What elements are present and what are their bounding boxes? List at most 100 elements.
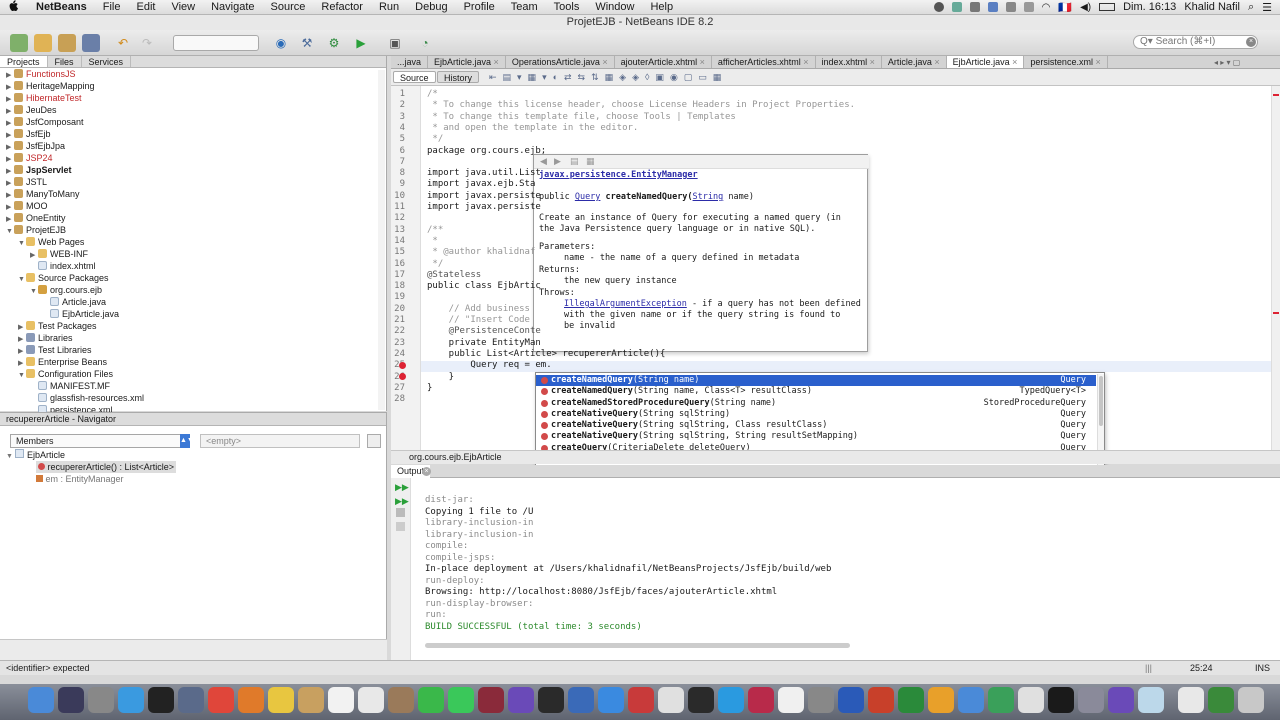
close-icon[interactable]: ×	[1010, 57, 1017, 67]
app-icon[interactable]	[958, 687, 984, 713]
tree-item[interactable]: ▶ Test Packages	[18, 320, 97, 332]
tree-item[interactable]: ▶ JsfComposant	[6, 116, 84, 128]
tree-item[interactable]: ▶ Test Libraries	[18, 344, 92, 356]
tree-item[interactable]: Article.java	[42, 296, 106, 308]
volume-icon[interactable]: ◀)	[1080, 2, 1091, 13]
search-input[interactable]: Q▾ Search (⌘+I)	[1133, 35, 1258, 49]
menu-netbeans[interactable]: NetBeans	[28, 1, 95, 13]
editor-tab[interactable]: EjbArticle.java ×	[946, 56, 1025, 68]
close-icon[interactable]: ×	[422, 467, 431, 476]
app-icon[interactable]	[568, 687, 594, 713]
status-icon[interactable]	[933, 2, 944, 12]
app-icon[interactable]	[508, 687, 534, 713]
tree-item[interactable]: ▶ JSP24	[6, 152, 53, 164]
chrome-icon[interactable]	[208, 687, 234, 713]
javadoc-class-link[interactable]: javax.persistence.EntityManager	[539, 170, 698, 180]
itunes-icon[interactable]	[778, 687, 804, 713]
close-icon[interactable]: ×	[491, 57, 499, 67]
completion-item[interactable]: createNamedQuery(String name) Query	[536, 375, 1096, 387]
rerun-icon[interactable]: ▶▶	[395, 482, 409, 493]
menu-run[interactable]: Run	[371, 1, 407, 13]
undo-icon[interactable]: ↶	[114, 34, 132, 52]
app-icon[interactable]	[658, 687, 684, 713]
breadcrumb-class[interactable]: org.cours.ejb.EjbArticle	[409, 452, 502, 462]
tree-item[interactable]: ▶ HibernateTest	[6, 92, 82, 104]
notes-icon[interactable]	[268, 687, 294, 713]
forward-icon[interactable]: ▶	[554, 156, 561, 167]
members-select[interactable]: Members	[10, 434, 190, 448]
settings-icon[interactable]	[396, 522, 405, 531]
tree-item[interactable]: ▶ HeritageMapping	[6, 80, 95, 92]
close-icon[interactable]: ×	[697, 57, 705, 67]
trash-icon[interactable]	[1238, 687, 1264, 713]
tab-files[interactable]: Files	[48, 56, 82, 67]
menu-help[interactable]: Help	[642, 1, 681, 13]
run-icon[interactable]: ▶	[352, 34, 370, 52]
globe-icon[interactable]: ◉	[272, 34, 290, 52]
menu-window[interactable]: Window	[587, 1, 642, 13]
launchpad-icon[interactable]	[58, 687, 84, 713]
debug-icon[interactable]: ▣	[386, 34, 404, 52]
completion-item[interactable]: createNativeQuery(String sqlString, Clas…	[536, 420, 1096, 431]
tab-projects[interactable]: Projects	[0, 56, 48, 67]
expand-toggle-icon[interactable]: ▼	[18, 238, 26, 250]
tab-source[interactable]: Source	[393, 71, 436, 83]
tree-item[interactable]: ▶ JspServlet	[6, 164, 72, 176]
maps-icon[interactable]	[418, 687, 444, 713]
menu-view[interactable]: View	[163, 1, 203, 13]
open-project-icon[interactable]	[58, 34, 76, 52]
tree-item[interactable]: index.xhtml	[30, 260, 96, 272]
editor-tab[interactable]: ajouterArticle.xhtml ×	[615, 56, 712, 68]
expand-toggle-icon[interactable]: ▼	[18, 274, 26, 286]
sig-param-link[interactable]: String	[693, 192, 724, 202]
app-icon[interactable]	[148, 687, 174, 713]
throws-link[interactable]: IllegalArgumentException	[564, 299, 687, 309]
tree-item[interactable]: ▶ JSTL	[6, 176, 47, 188]
tree-item[interactable]: ▶ WEB-INF	[30, 248, 88, 260]
stop-icon[interactable]	[396, 508, 405, 517]
chevron-down-icon[interactable]: ▲▼	[180, 434, 194, 448]
tree-item[interactable]: ▶ FunctionsJS	[6, 68, 76, 80]
calendar-icon[interactable]	[358, 687, 384, 713]
empty-select[interactable]: <empty>	[200, 434, 360, 448]
close-icon[interactable]: ×	[932, 57, 939, 67]
editor-tab[interactable]: EjbArticle.java ×	[428, 56, 506, 68]
menu-navigate[interactable]: Navigate	[203, 1, 262, 13]
navigator-item-method[interactable]: recupererArticle() : List<Article>	[36, 461, 177, 473]
battery-icon[interactable]	[1099, 3, 1116, 11]
tree-item[interactable]: ▶ JeuDes	[6, 104, 57, 116]
clean-build-icon[interactable]: ⚒	[298, 34, 316, 52]
app-icon[interactable]	[748, 687, 774, 713]
tree-item[interactable]: ▶ JsfEjb	[6, 128, 51, 140]
menu-tools[interactable]: Tools	[546, 1, 588, 13]
menu-edit[interactable]: Edit	[128, 1, 163, 13]
notification-center-icon[interactable]: ☰	[1262, 1, 1272, 14]
app-icon[interactable]	[478, 687, 504, 713]
tab-services[interactable]: Services	[82, 56, 132, 67]
expand-toggle-icon[interactable]: ▼	[18, 370, 26, 382]
new-project-icon[interactable]	[34, 34, 52, 52]
tree-item[interactable]: ▶ JsfEjbJpa	[6, 140, 65, 152]
menu-debug[interactable]: Debug	[407, 1, 455, 13]
status-icon[interactable]	[951, 2, 962, 12]
editor-tab[interactable]: OperationsArticle.java ×	[506, 56, 615, 68]
terminal-icon[interactable]	[688, 687, 714, 713]
back-icon[interactable]: ◀	[540, 156, 547, 167]
tree-item[interactable]: ▼ Configuration Files	[18, 368, 113, 380]
status-icon[interactable]	[1005, 2, 1016, 12]
configuration-select[interactable]	[173, 35, 259, 51]
terminal-icon[interactable]	[1048, 687, 1074, 713]
completion-item[interactable]: createNativeQuery(String sqlString, Stri…	[536, 431, 1096, 442]
excel-icon[interactable]	[898, 687, 924, 713]
open-source-icon[interactable]: ▦	[586, 156, 595, 167]
flag-icon[interactable]: 🇫🇷	[1058, 1, 1072, 14]
word-icon[interactable]	[838, 687, 864, 713]
rocket-icon[interactable]	[88, 687, 114, 713]
menu-source[interactable]: Source	[263, 1, 314, 13]
status-icon[interactable]	[1023, 2, 1034, 12]
app-icon[interactable]	[1208, 687, 1234, 713]
app-icon[interactable]	[538, 687, 564, 713]
open-browser-icon[interactable]: ▤	[570, 156, 579, 167]
close-icon[interactable]: ×	[801, 57, 808, 67]
status-icon[interactable]	[969, 2, 980, 12]
